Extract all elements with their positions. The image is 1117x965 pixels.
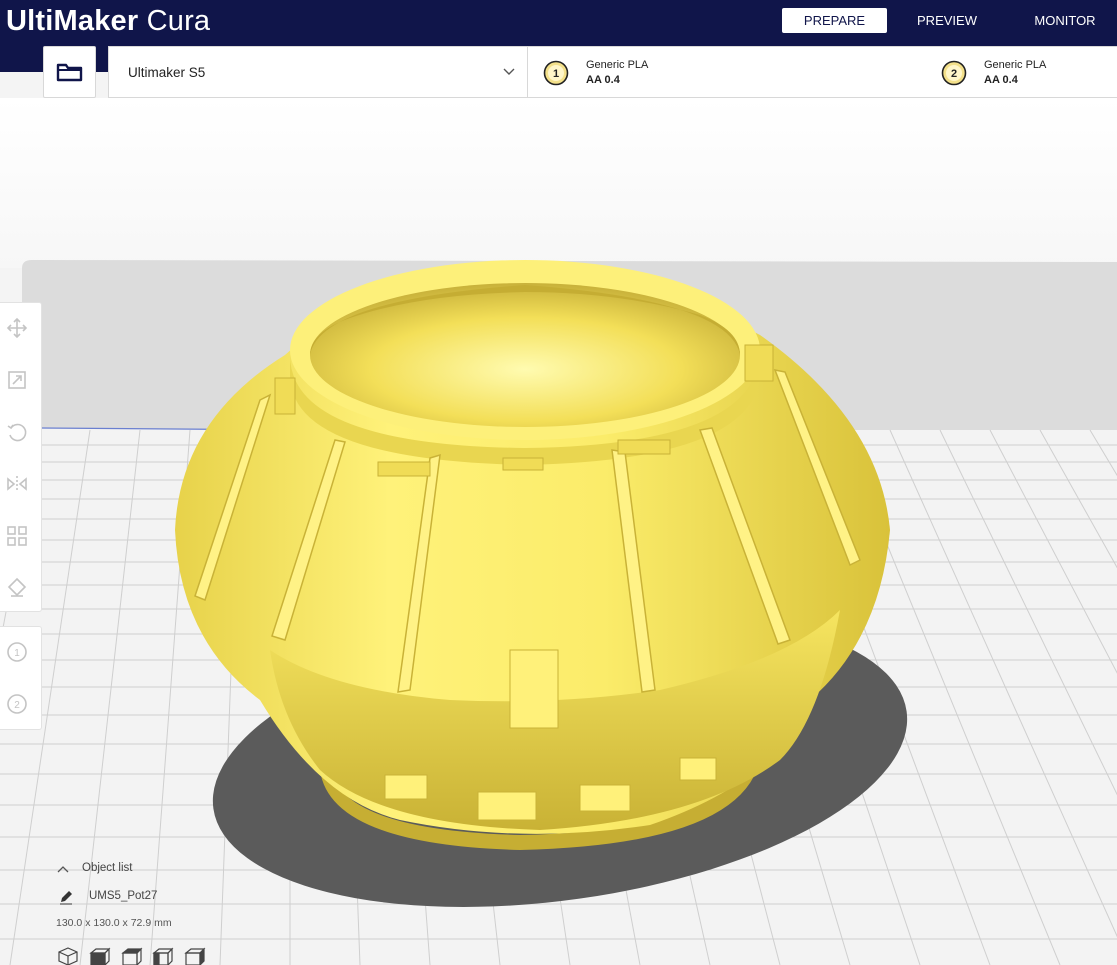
tab-prepare[interactable]: PREPARE [782, 8, 887, 33]
extruder-1-core: AA 0.4 [586, 74, 620, 86]
chevron-down-icon [503, 68, 515, 75]
object-list-panel: Object list UMS5_Pot27 130.0 x 130.0 x 7… [54, 858, 314, 965]
object-name: UMS5_Pot27 [89, 890, 158, 902]
machine-selector[interactable]: Ultimaker S5 [109, 47, 528, 97]
stage-tabs: PREPARE PREVIEW MONITOR [782, 8, 1117, 33]
open-file-button[interactable] [43, 46, 96, 98]
3d-view-icon[interactable] [57, 947, 79, 965]
extruder-badge-icon: 2 [941, 60, 967, 86]
object-dimensions: 130.0 x 130.0 x 72.9 mm [56, 917, 172, 929]
machine-name: Ultimaker S5 [128, 65, 206, 80]
front-view-icon[interactable] [89, 947, 111, 965]
pencil-icon[interactable] [58, 889, 74, 905]
support-blocker-icon[interactable] [5, 576, 29, 600]
rotate-icon[interactable] [5, 420, 29, 444]
extruder-badge-icon: 1 [543, 60, 569, 86]
scene-canvas [0, 98, 1117, 965]
extruder-2-button-icon[interactable]: 2 [5, 692, 29, 716]
extruder-toolbar: 1 2 [0, 626, 42, 730]
right-view-icon[interactable] [184, 947, 206, 965]
extruder-1-number: 1 [553, 68, 559, 80]
top-view-icon[interactable] [121, 947, 143, 965]
object-list-label: Object list [82, 862, 133, 874]
chevron-up-icon [57, 866, 69, 873]
extruder-1-config[interactable]: 1 Generic PLA AA 0.4 [543, 47, 923, 97]
extruder-2-button-number: 2 [14, 700, 20, 711]
app-logo: UltiMaker Cura [6, 3, 210, 39]
logo-light-text: Cura [138, 5, 211, 37]
move-icon[interactable] [5, 316, 29, 340]
printer-config-bar: Ultimaker S5 1 Generic PLA AA 0.4 2 Gene… [108, 46, 1117, 98]
extruder-1-button-icon[interactable]: 1 [5, 640, 29, 664]
extruder-2-material: Generic PLA [984, 59, 1047, 71]
extruder-2-core: AA 0.4 [984, 74, 1018, 86]
folder-icon [56, 63, 82, 82]
tab-preview[interactable]: PREVIEW [887, 8, 1007, 33]
object-row[interactable]: UMS5_Pot27 [54, 889, 254, 905]
per-model-settings-icon[interactable] [5, 524, 29, 548]
scale-icon[interactable] [5, 368, 29, 392]
mirror-icon[interactable] [5, 472, 29, 496]
left-view-icon[interactable] [152, 947, 174, 965]
logo-bold-text: UltiMaker [6, 5, 139, 37]
extruder-2-number: 2 [951, 68, 957, 80]
extruder-1-material: Generic PLA [586, 59, 649, 71]
extruder-1-button-number: 1 [14, 648, 20, 659]
tab-monitor[interactable]: MONITOR [1010, 8, 1117, 33]
extruder-2-config[interactable]: 2 Generic PLA AA 0.4 [941, 47, 1117, 97]
transform-toolbar [0, 302, 42, 612]
3d-viewport[interactable] [0, 98, 1117, 965]
